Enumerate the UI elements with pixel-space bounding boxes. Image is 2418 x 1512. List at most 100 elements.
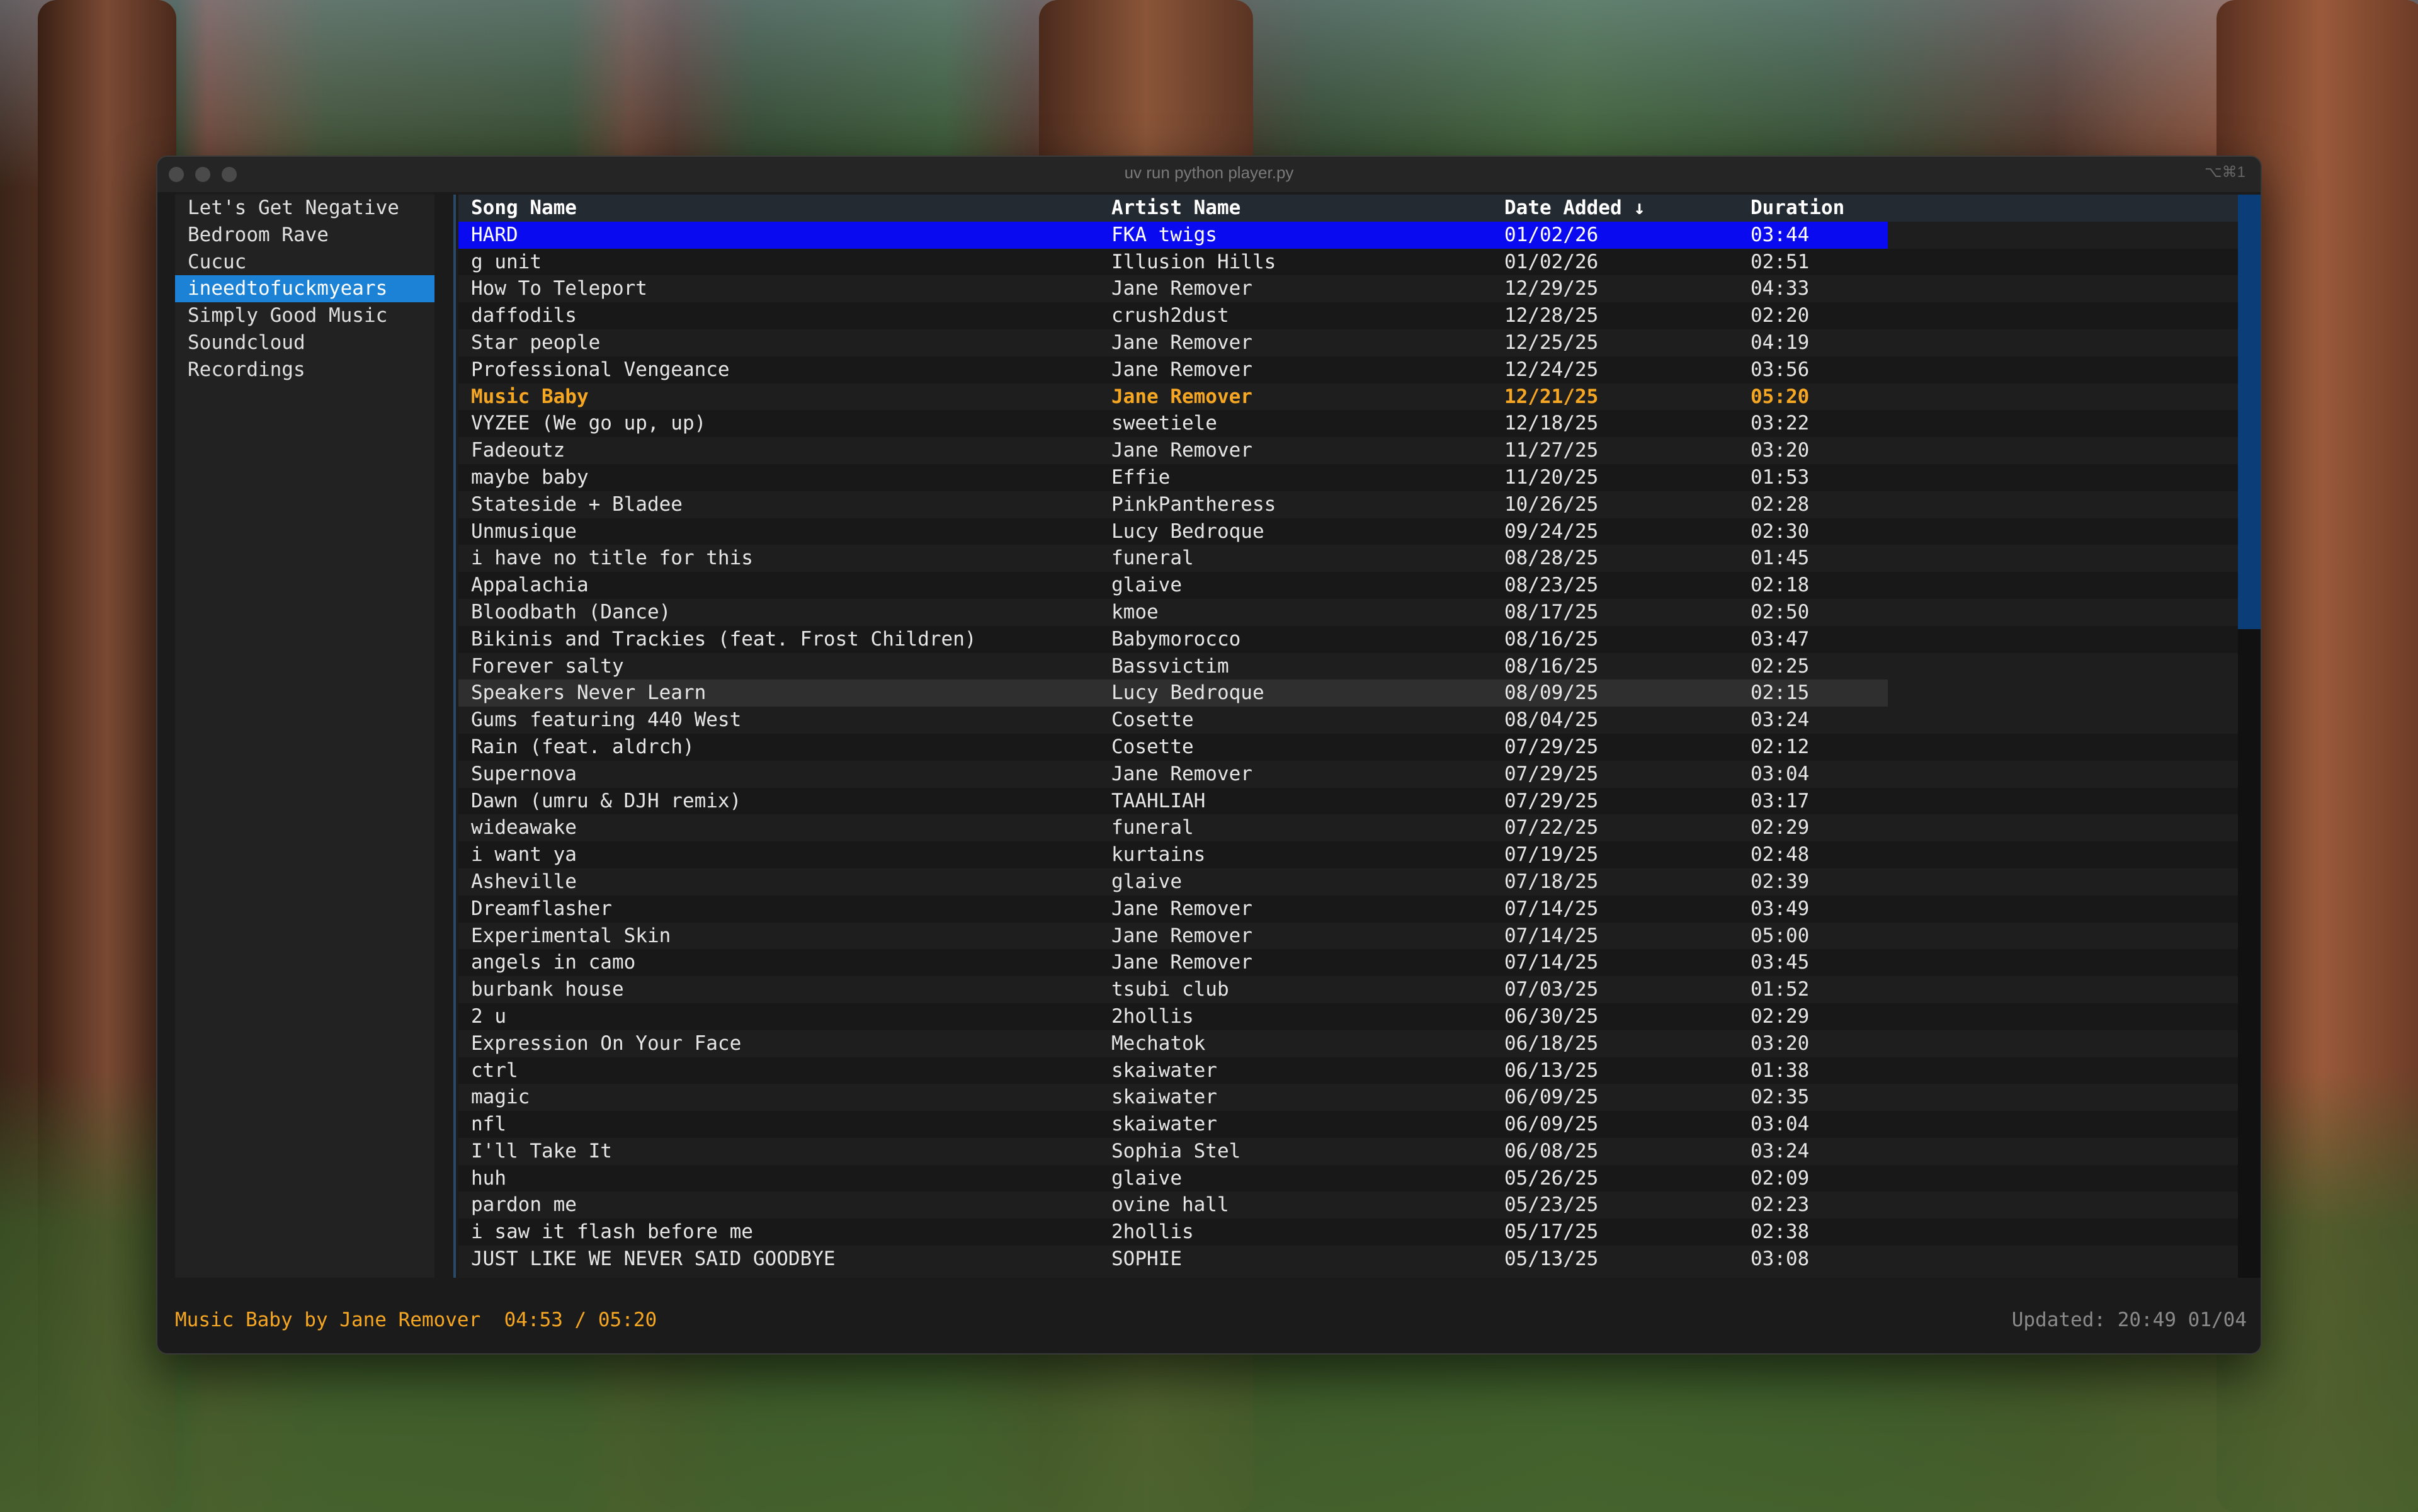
- table-row[interactable]: Professional Vengeance Jane Remover 12/24/…: [458, 356, 2238, 384]
- table-row[interactable]: Fadeoutz Jane Remover 11/27/25 03:20: [458, 437, 2238, 464]
- artist-name-cell: skaiwater: [1111, 1113, 1217, 1136]
- table-row[interactable]: ctrl skaiwater 06/13/25 01:38: [458, 1057, 2238, 1084]
- duration-cell: 01:38: [1751, 1059, 1810, 1082]
- table-row[interactable]: Rain (feat. aldrch) Cosette 07/29/25 02:12: [458, 733, 2238, 761]
- updated-timestamp: Updated: 20:49 01/04: [2011, 1309, 2247, 1331]
- sidebar-item-playlist[interactable]: Bedroom Rave: [175, 222, 434, 249]
- table-row[interactable]: Experimental Skin Jane Remover 07/14/25 05:…: [458, 923, 2238, 950]
- title-bar[interactable]: uv run python player.py ⌥⌘1: [157, 157, 2261, 192]
- duration-cell: 02:39: [1751, 870, 1810, 893]
- table-row[interactable]: Star people Jane Remover 12/25/25 04:19: [458, 329, 2238, 356]
- song-name-cell: Forever salty: [471, 654, 624, 678]
- column-header-song[interactable]: Song Name: [471, 195, 577, 222]
- duration-cell: 02:20: [1751, 304, 1810, 327]
- scrollbar[interactable]: [2238, 195, 2261, 1278]
- sidebar-item-playlist[interactable]: Soundcloud: [175, 329, 434, 356]
- table-row[interactable]: g unit Illusion Hills 01/02/26 02:51: [458, 248, 2238, 276]
- artist-name-cell: kmoe: [1111, 600, 1159, 623]
- table-row[interactable]: i have no title for this funeral 08/28/25 0…: [458, 545, 2238, 572]
- sidebar-item-playlist[interactable]: ineedtofuckmyears: [175, 275, 434, 303]
- table-row[interactable]: Speakers Never Learn Lucy Bedroque 08/09/2…: [458, 679, 2238, 707]
- table-row[interactable]: Bloodbath (Dance) kmoe 08/17/25 02:50: [458, 599, 2238, 626]
- table-row[interactable]: Dawn (umru & DJH remix) TAAHLIAH 07/29/25 0…: [458, 787, 2238, 815]
- song-name-cell: Bikinis and Trackies (feat. Frost Childr…: [471, 627, 977, 651]
- table-row[interactable]: I'll Take It Sophia Stel 06/08/25 03:24: [458, 1138, 2238, 1165]
- column-header-date-added[interactable]: Date Added ↓: [1504, 195, 1645, 222]
- duration-cell: 03:04: [1751, 1113, 1810, 1136]
- table-row[interactable]: i saw it flash before me 2hollis 05/17/25 0…: [458, 1219, 2238, 1246]
- table-row[interactable]: daffodils crush2dust 12/28/25 02:20: [458, 302, 2238, 329]
- table-row[interactable]: HARD FKA twigs 01/02/26 03:44: [458, 221, 2238, 249]
- song-name-cell: Experimental Skin: [471, 924, 671, 947]
- song-name-cell: Bloodbath (Dance): [471, 600, 671, 623]
- table-row[interactable]: Asheville glaive 07/18/25 02:39: [458, 868, 2238, 895]
- now-playing: Music Baby by Jane Remover 04:53 / 05:20: [175, 1309, 657, 1331]
- duration-cell: 03:20: [1751, 439, 1810, 462]
- artist-name-cell: skaiwater: [1111, 1086, 1217, 1109]
- table-row[interactable]: magic skaiwater 06/09/25 02:35: [458, 1084, 2238, 1111]
- table-row[interactable]: Forever salty Bassvictim 08/16/25 02:25: [458, 653, 2238, 680]
- scrollbar-thumb[interactable]: [2238, 195, 2261, 629]
- artist-name-cell: SOPHIE: [1111, 1248, 1182, 1271]
- sidebar-item-playlist[interactable]: Simply Good Music: [175, 302, 434, 329]
- table-row[interactable]: Stateside + Bladee PinkPantheress 10/26/25…: [458, 491, 2238, 518]
- song-name-cell: g unit: [471, 250, 542, 273]
- table-row[interactable]: wideawake funeral 07/22/25 02:29: [458, 814, 2238, 841]
- song-name-cell: burbank house: [471, 978, 624, 1001]
- table-row[interactable]: burbank house tsubi club 07/03/25 01:52: [458, 976, 2238, 1003]
- sidebar-item-playlist[interactable]: Cucuc: [175, 249, 434, 276]
- table-row[interactable]: VYZEE (We go up, up) sweetiele 12/18/25 03:…: [458, 410, 2238, 438]
- song-name-cell: Asheville: [471, 870, 577, 893]
- sidebar-item-playlist[interactable]: Let's Get Negative: [175, 195, 434, 222]
- song-name-cell: Music Baby: [471, 385, 589, 408]
- date-added-cell: 11/20/25: [1504, 465, 1599, 489]
- date-added-cell: 12/24/25: [1504, 358, 1599, 381]
- sidebar-item-playlist[interactable]: Recordings: [175, 356, 434, 384]
- column-header-artist[interactable]: Artist Name: [1111, 195, 1240, 222]
- date-added-cell: 07/18/25: [1504, 870, 1599, 893]
- table-row[interactable]: Unmusique Lucy Bedroque 09/24/25 02:30: [458, 518, 2238, 545]
- song-table: Song Name Artist Name Date Added ↓ Durat…: [458, 195, 2238, 1278]
- table-row[interactable]: Music Baby Jane Remover 12/21/25 05:20: [458, 384, 2238, 411]
- table-row[interactable]: JUST LIKE WE NEVER SAID GOODBYE SOPHIE 05/…: [458, 1246, 2238, 1273]
- table-row[interactable]: How To Teleport Jane Remover 12/29/25 04:33: [458, 275, 2238, 302]
- artist-name-cell: tsubi club: [1111, 978, 1229, 1001]
- artist-name-cell: Lucy Bedroque: [1111, 520, 1264, 543]
- table-row[interactable]: huh glaive 05/26/25 02:09: [458, 1164, 2238, 1192]
- table-row[interactable]: maybe baby Effie 11/20/25 01:53: [458, 463, 2238, 491]
- date-added-cell: 06/30/25: [1504, 1004, 1599, 1028]
- date-added-cell: 08/16/25: [1504, 654, 1599, 678]
- table-row[interactable]: Supernova Jane Remover 07/29/25 03:04: [458, 761, 2238, 788]
- artist-name-cell: glaive: [1111, 1166, 1182, 1190]
- date-added-cell: 07/14/25: [1504, 897, 1599, 920]
- table-row[interactable]: Appalachia glaive 08/23/25 02:18: [458, 572, 2238, 599]
- song-name-cell: Unmusique: [471, 520, 577, 543]
- duration-cell: 02:25: [1751, 654, 1810, 678]
- date-added-cell: 07/03/25: [1504, 978, 1599, 1001]
- song-name-cell: Dreamflasher: [471, 897, 612, 920]
- duration-cell: 02:28: [1751, 492, 1810, 516]
- table-row[interactable]: Dreamflasher Jane Remover 07/14/25 03:49: [458, 895, 2238, 923]
- duration-cell: 05:20: [1751, 385, 1810, 408]
- table-row[interactable]: Gums featuring 440 West Cosette 08/04/25 03…: [458, 707, 2238, 734]
- table-row[interactable]: 2 u 2hollis 06/30/25 02:29: [458, 1003, 2238, 1030]
- window-title: uv run python player.py: [1124, 163, 1294, 182]
- table-row[interactable]: i want ya kurtains 07/19/25 02:48: [458, 841, 2238, 868]
- artist-name-cell: Effie: [1111, 465, 1171, 489]
- artist-name-cell: Cosette: [1111, 735, 1194, 758]
- table-row[interactable]: pardon me ovine hall 05/23/25 02:23: [458, 1191, 2238, 1219]
- duration-cell: 02:29: [1751, 1004, 1810, 1028]
- song-name-cell: magic: [471, 1086, 530, 1109]
- song-name-cell: VYZEE (We go up, up): [471, 412, 707, 435]
- artist-name-cell: glaive: [1111, 870, 1182, 893]
- column-header-duration[interactable]: Duration: [1751, 195, 1844, 222]
- table-row[interactable]: angels in camo Jane Remover 07/14/25 03:45: [458, 949, 2238, 977]
- duration-cell: 02:48: [1751, 843, 1810, 867]
- artist-name-cell: Jane Remover: [1111, 277, 1252, 300]
- table-row[interactable]: Bikinis and Trackies (feat. Frost Childr…: [458, 625, 2238, 653]
- duration-cell: 02:29: [1751, 816, 1810, 839]
- song-name-cell: i have no title for this: [471, 547, 753, 570]
- artist-name-cell: skaiwater: [1111, 1059, 1217, 1082]
- table-row[interactable]: nfl skaiwater 06/09/25 03:04: [458, 1111, 2238, 1138]
- table-row[interactable]: Expression On Your Face Mechatok 06/18/25 0…: [458, 1030, 2238, 1057]
